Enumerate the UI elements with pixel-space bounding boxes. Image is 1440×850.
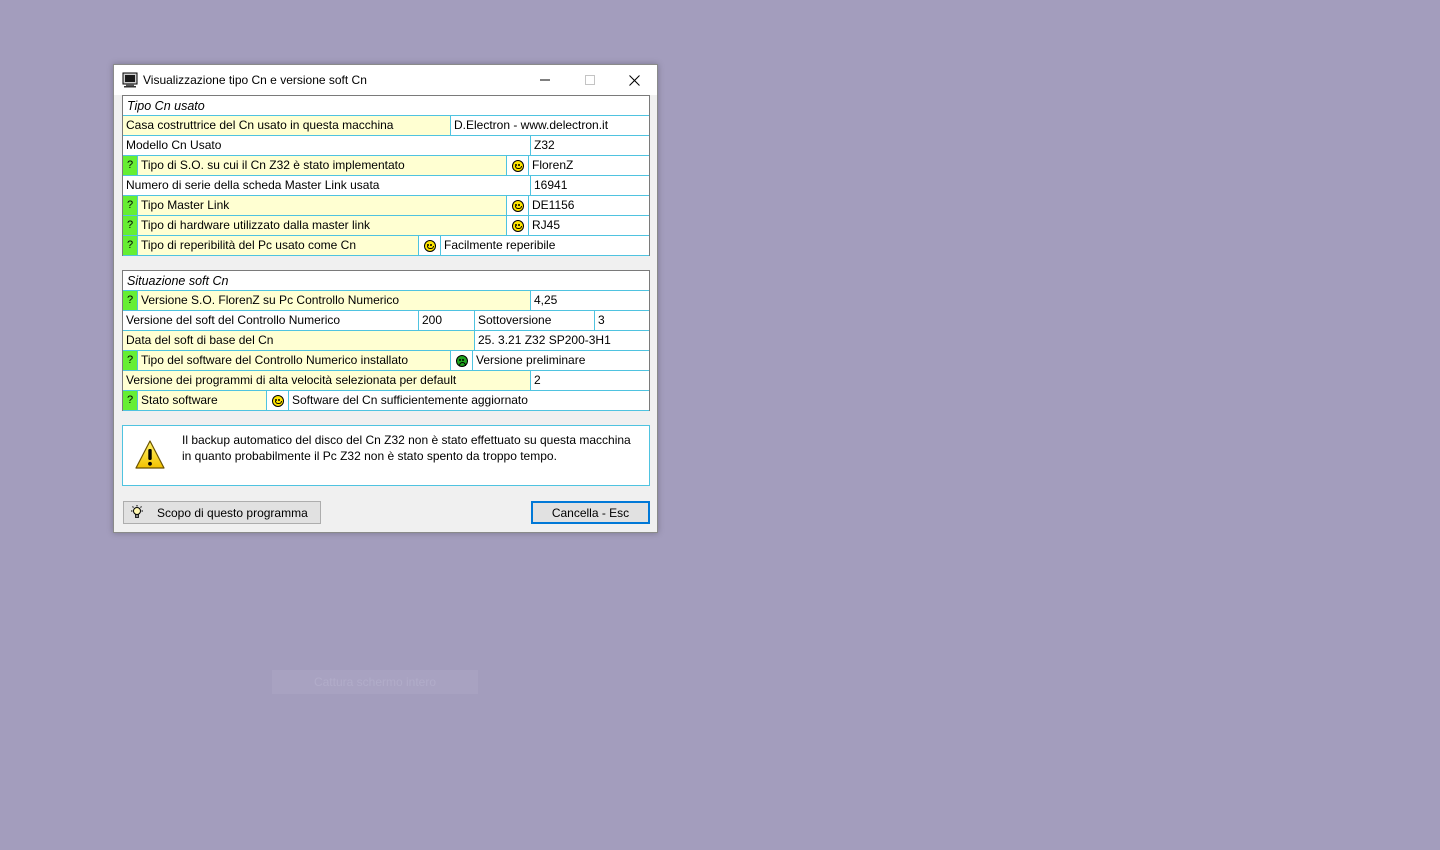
program-scope-label: Scopo di questo programma xyxy=(157,505,308,520)
cancel-label: Cancella - Esc xyxy=(551,505,630,520)
help-question-pc[interactable]: ? xyxy=(123,236,138,256)
software-type-value: Versione preliminare xyxy=(473,351,649,371)
base-soft-date-label: Data del soft di base del Cn xyxy=(123,331,475,351)
soft-version-label: Versione del soft del Controllo Numerico xyxy=(123,311,419,331)
minimize-icon xyxy=(539,79,550,81)
title-bar[interactable]: Visualizzazione tipo Cn e versione soft … xyxy=(114,65,657,95)
os-label: Tipo di S.O. su cui il Cn Z32 è stato im… xyxy=(138,156,507,176)
software-type-label: Tipo del software del Controllo Numerico… xyxy=(138,351,451,371)
os-version-value: 4,25 xyxy=(531,291,649,311)
help-question-state[interactable]: ? xyxy=(123,391,138,411)
smiley-icon xyxy=(507,196,529,216)
pc-availability-value: Facilmente reperibile xyxy=(441,236,649,256)
smiley-icon xyxy=(267,391,289,411)
background-capture-label: Cattura schermo intero xyxy=(272,670,478,694)
help-question-version[interactable]: ? xyxy=(123,291,138,311)
cn-type-panel: Tipo Cn usato Casa costruttrice del Cn u… xyxy=(122,95,650,256)
help-question-hardware[interactable]: ? xyxy=(123,216,138,236)
subversion-label: Sottoversione xyxy=(475,311,595,331)
soft-version-value: 200 xyxy=(419,311,475,331)
section-header: Situazione soft Cn xyxy=(123,271,649,291)
warning-icon xyxy=(135,440,165,469)
help-question-masterlink[interactable]: ? xyxy=(123,196,138,216)
maximize-icon xyxy=(584,75,595,85)
minimize-button[interactable] xyxy=(522,65,567,95)
smiley-icon xyxy=(507,156,529,176)
help-question-os[interactable]: ? xyxy=(123,156,138,176)
os-value: FlorenZ xyxy=(529,156,649,176)
program-scope-button[interactable]: Scopo di questo programma xyxy=(123,501,321,524)
hardware-value: RJ45 xyxy=(529,216,649,236)
software-state-value: Software del Cn sufficientemente aggiorn… xyxy=(289,391,649,411)
monitor-icon xyxy=(122,72,138,88)
hardware-label: Tipo di hardware utilizzato dalla master… xyxy=(138,216,507,236)
smiley-icon xyxy=(507,216,529,236)
soft-status-panel: Situazione soft Cn ? Versione S.O. Flore… xyxy=(122,270,650,411)
window-title: Visualizzazione tipo Cn e versione soft … xyxy=(143,73,367,87)
base-soft-date-value: 25. 3.21 Z32 SP200-3H1 xyxy=(475,331,649,351)
masterlink-value: DE1156 xyxy=(529,196,649,216)
serial-value: 16941 xyxy=(531,176,649,196)
warning-message-box: Il backup automatico del disco del Cn Z3… xyxy=(122,425,650,486)
high-speed-label: Versione dei programmi di alta velocità … xyxy=(123,371,531,391)
sad-face-icon xyxy=(451,351,473,371)
pc-availability-label: Tipo di reperibilità del Pc usato come C… xyxy=(138,236,419,256)
lightbulb-icon xyxy=(131,504,143,518)
maximize-button[interactable] xyxy=(567,65,612,95)
os-version-label: Versione S.O. FlorenZ su Pc Controllo Nu… xyxy=(138,291,531,311)
close-button[interactable] xyxy=(612,65,657,95)
masterlink-label: Tipo Master Link xyxy=(138,196,507,216)
serial-label: Numero di serie della scheda Master Link… xyxy=(123,176,531,196)
manufacturer-value: D.Electron - www.delectron.it xyxy=(451,116,649,136)
close-icon xyxy=(629,74,640,86)
subversion-value: 3 xyxy=(595,311,649,331)
cancel-button[interactable]: Cancella - Esc xyxy=(531,501,650,524)
model-value: Z32 xyxy=(531,136,649,156)
help-question-software-type[interactable]: ? xyxy=(123,351,138,371)
software-state-label: Stato software xyxy=(138,391,267,411)
info-dialog: Visualizzazione tipo Cn e versione soft … xyxy=(113,64,658,533)
section-header: Tipo Cn usato xyxy=(123,96,649,116)
warning-text: Il backup automatico del disco del Cn Z3… xyxy=(182,433,631,463)
high-speed-value: 2 xyxy=(531,371,649,391)
smiley-icon xyxy=(419,236,441,256)
model-label: Modello Cn Usato xyxy=(123,136,531,156)
manufacturer-label: Casa costruttrice del Cn usato in questa… xyxy=(123,116,451,136)
